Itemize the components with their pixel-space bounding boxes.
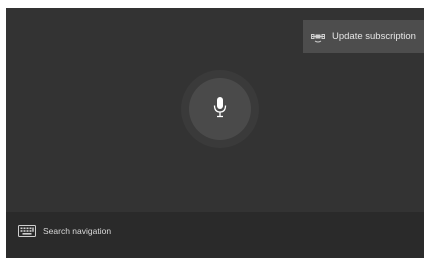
- update-subscription-label: Update subscription: [332, 31, 416, 42]
- search-placeholder: Search navigation: [43, 226, 112, 236]
- voice-input-button[interactable]: [189, 78, 251, 140]
- update-subscription-button[interactable]: Update subscription: [303, 20, 424, 53]
- search-navigation-field[interactable]: Search navigation: [6, 212, 424, 250]
- voice-button-halo: [181, 70, 259, 148]
- navigation-screen: Update subscription Search navigation: [6, 8, 424, 258]
- satellite-icon: [311, 31, 325, 43]
- microphone-icon: [213, 96, 227, 123]
- keyboard-icon: [18, 225, 36, 237]
- bottom-strip: [6, 250, 424, 258]
